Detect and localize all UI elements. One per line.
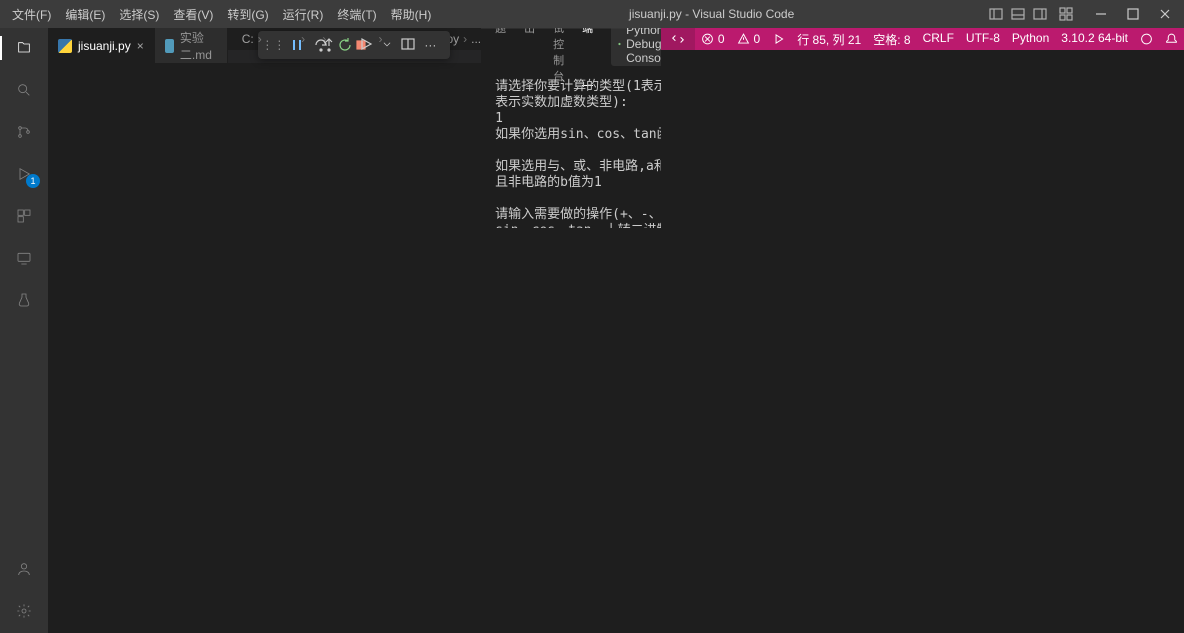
title-bar: 文件(F)编辑(E)选择(S)查看(V)转到(G)运行(R)终端(T)帮助(H)… [0,0,1184,28]
accounts-icon[interactable] [12,557,36,581]
tab-actions: ··· [358,36,446,55]
tab-label: 实验二.md [180,29,217,63]
window-controls [1086,3,1180,25]
menu-item[interactable]: 文件(F) [6,4,57,25]
menu-item[interactable]: 终端(T) [331,4,382,25]
settings-gear-icon[interactable] [12,599,36,623]
breadcrumb-segment[interactable]: ... [471,32,481,46]
run-debug-icon[interactable]: 1 [12,162,36,186]
menu-item[interactable]: 查看(V) [167,4,219,25]
layout-controls [986,4,1076,24]
debug-badge: 1 [26,174,40,188]
drag-handle-icon[interactable]: ⋮⋮ [262,34,284,56]
terminal-output[interactable]: 请选择你要计算的类型(1表示实数类型;2表示虚数类型;3表示实数加虚数类型): … [481,59,661,228]
menu-bar: 文件(F)编辑(E)选择(S)查看(V)转到(G)运行(R)终端(T)帮助(H) [6,4,437,25]
markdown-icon [165,39,174,53]
panel-right-icon[interactable] [1030,4,1050,24]
editor-area: jisuanji.py×实验二.md ⋮⋮ ··· C:›Users›lp›De… [48,28,661,633]
maximize-button[interactable] [1118,3,1148,25]
split-editor-icon[interactable] [400,36,416,55]
minimize-button[interactable] [1086,3,1116,25]
python-icon [58,39,72,53]
cursor-position[interactable]: 行 85, 列 21 [791,31,867,48]
menu-item[interactable]: 运行(R) [277,4,330,25]
panel-tabs: 问题输出调试控制台终端 Python Debug Console [481,29,661,59]
notifications-icon[interactable] [1159,31,1184,47]
errors-count[interactable]: 0 [695,28,731,50]
menu-item[interactable]: 选择(S) [113,4,165,25]
debug-toolbar: ⋮⋮ ··· [258,31,450,59]
breadcrumb-segment[interactable]: C: [242,32,254,46]
status-bar: 0 0 行 85, 列 21 空格: 8 CRLF UTF-8 Python 3… [661,28,1184,50]
activity-bar: 1 [0,28,48,633]
editor-tabs: jisuanji.py×实验二.md ⋮⋮ ··· C:›Users›lp›De… [48,28,661,63]
menu-item[interactable]: 编辑(E) [59,4,111,25]
editor-tab[interactable]: jisuanji.py × [48,28,155,63]
close-button[interactable] [1150,3,1180,25]
pause-icon[interactable] [286,34,308,56]
feedback-icon[interactable] [1134,31,1159,47]
panel-bottom-icon[interactable] [1008,4,1028,24]
editor-tab[interactable]: 实验二.md [155,28,228,63]
extensions-icon[interactable] [12,204,36,228]
explorer-icon[interactable] [12,36,36,60]
indentation[interactable]: 空格: 8 [867,31,916,48]
more-icon[interactable]: ··· [424,38,436,52]
menu-item[interactable]: 转到(G) [221,4,274,25]
panel-left-icon[interactable] [986,4,1006,24]
window-title: jisuanji.py - Visual Studio Code [437,7,986,21]
warnings-count[interactable]: 0 [731,28,767,50]
step-into-icon[interactable] [334,34,356,56]
search-icon[interactable] [12,78,36,102]
run-file-icon[interactable] [358,36,374,55]
remote-explorer-icon[interactable] [12,246,36,270]
bottom-panel: 问题输出调试控制台终端 Python Debug Console 请选择你要计算… [481,28,661,228]
remote-icon[interactable] [661,28,695,50]
close-tab-icon[interactable]: × [137,39,144,53]
eol[interactable]: CRLF [917,31,960,45]
restart-icon[interactable] [337,34,353,56]
debug-status-icon[interactable] [766,28,791,50]
tab-label: jisuanji.py [78,39,131,53]
python-interpreter[interactable]: 3.10.2 64-bit [1055,31,1134,45]
customize-layout-icon[interactable] [1056,4,1076,24]
testing-icon[interactable] [12,288,36,312]
menu-item[interactable]: 帮助(H) [385,4,438,25]
chevron-down-icon[interactable] [382,36,392,55]
language-mode[interactable]: Python [1006,31,1055,45]
source-control-icon[interactable] [12,120,36,144]
encoding[interactable]: UTF-8 [960,31,1006,45]
